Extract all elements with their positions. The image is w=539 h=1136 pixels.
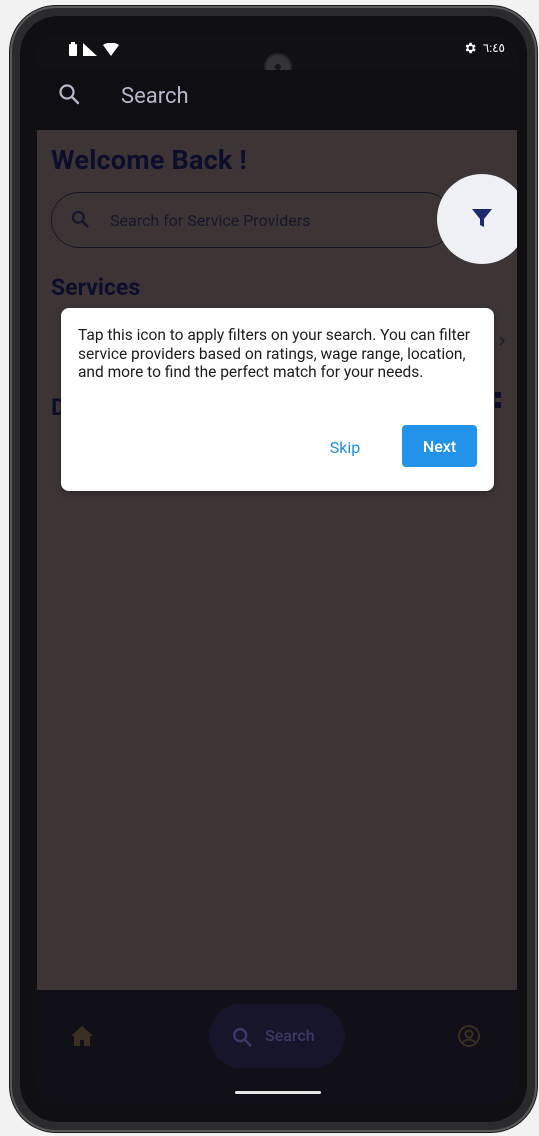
nav-search-label: Search (265, 1026, 315, 1045)
services-heading: Services (51, 274, 141, 301)
phone-screen: ٦:٤٥ Search Welcome Back ! Search for Se… (37, 36, 517, 1104)
coach-mark-tooltip: Tap this icon to apply filters on your s… (61, 308, 494, 491)
status-time: ٦:٤٥ (482, 41, 505, 55)
bottom-navigation: Search (37, 990, 517, 1084)
app-bar-title: Search (121, 84, 189, 109)
coach-mark-text: Tap this icon to apply filters on your s… (78, 326, 471, 381)
home-icon[interactable] (71, 1026, 93, 1046)
nav-search-button[interactable]: Search (209, 1004, 345, 1068)
wifi-icon (103, 42, 119, 56)
signal-icon (83, 42, 97, 56)
battery-icon (69, 42, 77, 56)
search-icon (71, 210, 89, 228)
gesture-handle[interactable] (235, 1091, 321, 1094)
settings-icon (465, 42, 476, 54)
status-bar: ٦:٤٥ (37, 36, 517, 81)
app-bar: Search (37, 70, 517, 130)
partial-icon (499, 336, 505, 346)
skip-button[interactable]: Skip (313, 426, 377, 468)
status-icons-left (69, 42, 119, 56)
status-icons-right: ٦:٤٥ (463, 41, 505, 55)
filter-funnel-icon (472, 209, 492, 227)
next-button[interactable]: Next (402, 425, 477, 467)
profile-icon[interactable] (457, 1024, 481, 1048)
partial-icon (495, 392, 501, 408)
search-icon (233, 1028, 252, 1047)
welcome-heading: Welcome Back ! (51, 144, 247, 176)
search-input[interactable]: Search for Service Providers (51, 192, 453, 248)
search-icon[interactable] (57, 82, 81, 106)
gesture-bar (37, 1084, 517, 1104)
search-placeholder: Search for Service Providers (110, 211, 311, 230)
filter-button[interactable] (437, 174, 517, 264)
